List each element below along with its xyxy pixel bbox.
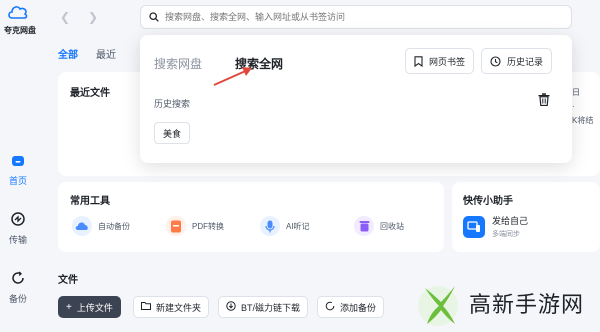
search-input[interactable] [165, 12, 545, 22]
recent-clipped-text: 日 · K将结 [572, 88, 594, 125]
left-rail: 夸克网盘 首页 传输 备份 [0, 0, 36, 332]
new-folder-icon [141, 301, 151, 313]
upload-file-button[interactable]: + 上传文件 [58, 296, 121, 318]
tool-label: 自动备份 [98, 221, 130, 231]
backup-add-icon [325, 301, 335, 314]
auto-backup-icon [72, 216, 92, 236]
assistant-title: 快传小助手 [463, 196, 513, 207]
device-sync-icon [463, 215, 485, 238]
rail-item-backup[interactable]: 备份 [0, 268, 36, 305]
tool-label: AI听记 [286, 221, 310, 231]
history-search-label: 历史搜索 [154, 99, 191, 109]
tool-pdf[interactable]: PDF转换 [166, 216, 224, 236]
back-arrow-icon[interactable]: ❮ [60, 10, 70, 24]
annotation-arrow-icon [213, 67, 252, 86]
watermark-text: 高新手游网 [469, 292, 585, 317]
link-icon [226, 300, 236, 314]
tools-title: 常用工具 [70, 196, 110, 207]
send-to-self[interactable]: 发给自己 多端同步 [463, 214, 528, 239]
ai-mic-icon [260, 216, 280, 236]
tab-recent[interactable]: 最近 [96, 46, 116, 61]
app-logo[interactable]: 夸克网盘 [4, 4, 36, 36]
recent-files-title: 最近文件 [70, 88, 110, 99]
files-title: 文件 [58, 275, 78, 286]
rail-item-label: 备份 [8, 294, 27, 304]
pdf-icon [166, 216, 186, 236]
tool-label: PDF转换 [192, 221, 224, 231]
search-icon [149, 12, 159, 22]
forward-arrow-icon[interactable]: ❯ [88, 10, 98, 24]
new-folder-button[interactable]: 新建文件夹 [133, 296, 210, 318]
cloud-logo-icon [8, 6, 28, 19]
search-bar[interactable] [140, 5, 572, 29]
tool-label: 回收站 [380, 221, 404, 231]
main-tabs: 全部 最近 [58, 46, 116, 61]
add-backup-button[interactable]: 添加备份 [317, 296, 385, 318]
bt-download-button[interactable]: BT/磁力链下载 [218, 296, 309, 318]
tool-auto-backup[interactable]: 自动备份 [72, 216, 130, 236]
rail-item-home[interactable]: 首页 [0, 150, 36, 187]
history-icon [490, 55, 501, 67]
home-icon [8, 150, 28, 170]
watermark-logo-icon [418, 286, 458, 326]
tab-search-drive[interactable]: 搜索网盘 [154, 55, 202, 72]
watermark: 高新手游网 [415, 278, 584, 328]
search-dropdown: 搜索网盘 搜索全网 网页书签 历史记录 历史搜索 美食 [140, 35, 572, 163]
tab-all[interactable]: 全部 [58, 46, 78, 61]
assistant-name: 发给自己 [492, 216, 529, 226]
backup-icon [8, 268, 28, 288]
recycle-bin-icon [354, 216, 374, 236]
bookmark-icon [414, 55, 423, 67]
history-button[interactable]: 历史记录 [481, 48, 553, 74]
history-chip[interactable]: 美食 [154, 122, 191, 144]
rail-item-label: 首页 [8, 176, 27, 186]
rail-item-transfer[interactable]: 传输 [0, 209, 36, 246]
assistant-sub: 多端同步 [492, 231, 520, 238]
tool-ai-note[interactable]: AI听记 [260, 216, 310, 236]
tool-recycle-bin[interactable]: 回收站 [354, 216, 404, 236]
plus-icon: + [66, 301, 72, 313]
transfer-icon [8, 209, 28, 229]
trash-icon[interactable] [538, 93, 550, 109]
web-bookmark-button[interactable]: 网页书签 [405, 48, 475, 74]
app-name: 夸克网盘 [4, 26, 36, 35]
rail-item-label: 传输 [8, 235, 27, 245]
